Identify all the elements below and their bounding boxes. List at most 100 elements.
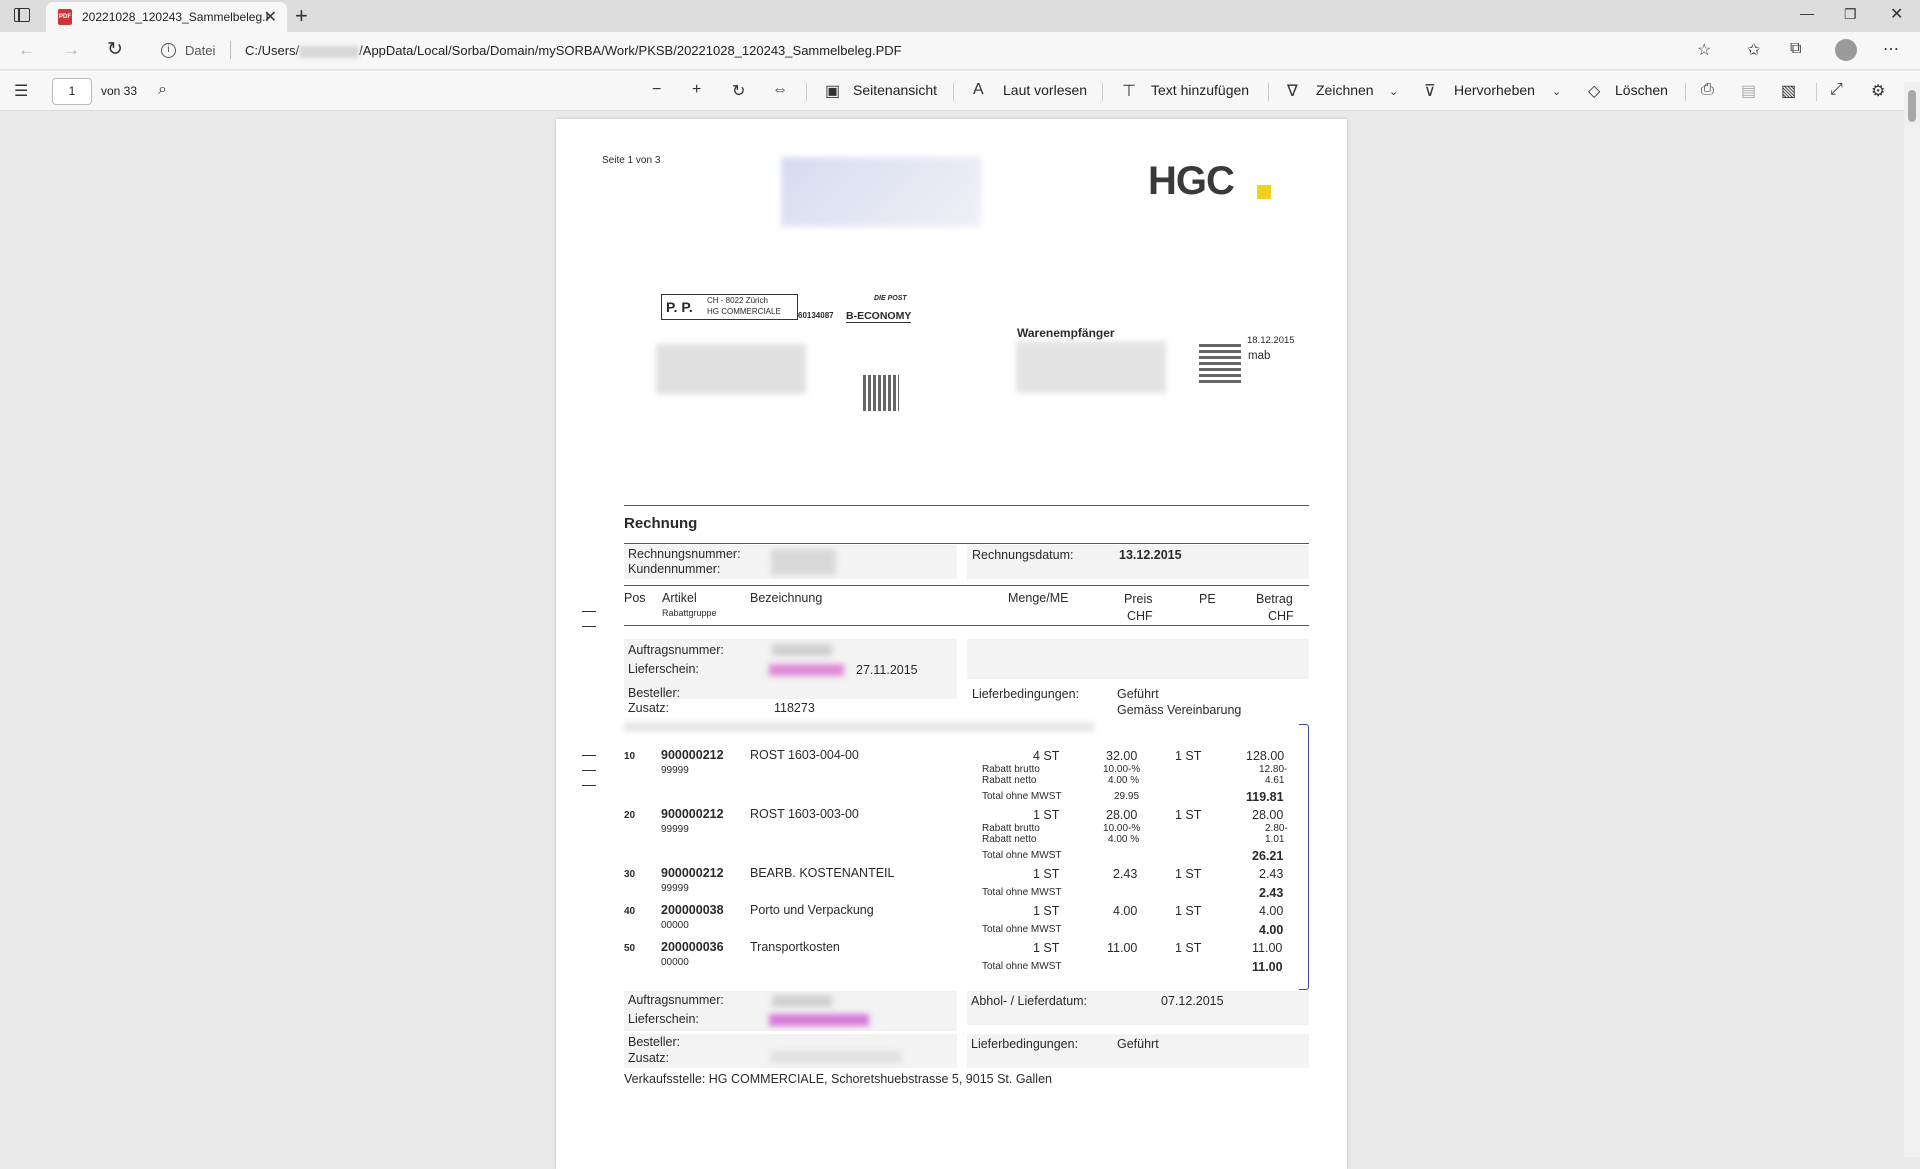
chevron-down-icon[interactable]: ⌄ — [1552, 85, 1561, 98]
collections-icon[interactable]: ⧉ — [1790, 40, 1801, 58]
read-aloud-icon[interactable]: A — [973, 81, 984, 99]
document-text: 11.00 — [1107, 941, 1138, 955]
divider — [1685, 83, 1686, 101]
tab-active[interactable]: PDF 20221028_120243_Sammelbeleg.PDF ✕ — [46, 2, 287, 32]
document-text: 29.95 — [1114, 791, 1140, 802]
close-tab-icon[interactable]: ✕ — [264, 7, 277, 27]
more-menu-icon[interactable]: ⋯ — [1883, 39, 1899, 59]
document-text: 4.00 — [1259, 923, 1284, 937]
item-menge: 4 ST — [1033, 749, 1060, 763]
document-text: 2.43 — [1259, 886, 1284, 900]
document-text: 1 ST — [1033, 808, 1060, 822]
close-window-button[interactable]: ✕ — [1890, 4, 1903, 24]
favorites-icon[interactable]: ✩ — [1747, 40, 1760, 60]
new-tab-button[interactable]: + — [295, 3, 308, 29]
reload-button[interactable]: ↻ — [107, 38, 123, 61]
document-text: 20 — [624, 810, 636, 821]
pdf-icon: PDF — [58, 9, 72, 25]
scrollbar[interactable] — [1904, 82, 1920, 1157]
erase-button[interactable]: Löschen — [1615, 82, 1668, 98]
document-text: 26.21 — [1252, 849, 1284, 863]
url-field[interactable]: i Datei C:/Users//AppData/Local/Sorba/Do… — [145, 37, 1729, 65]
highlight-button[interactable]: Hervorheben — [1454, 82, 1535, 98]
document-text: 900000212 — [661, 866, 724, 880]
item-total: 119.81 — [1246, 790, 1284, 804]
page-view-button[interactable]: Seitenansicht — [853, 82, 937, 98]
item-gruppe: 99999 — [661, 765, 689, 776]
marker-highlight — [769, 1014, 869, 1026]
add-text-button[interactable]: Text hinzufügen — [1151, 82, 1249, 98]
customer-number-label: Kundennummer: — [628, 562, 721, 576]
save-as-icon[interactable]: ▧ — [1781, 81, 1796, 101]
document-text: Total ohne MWST — [982, 791, 1062, 802]
item-pos: 10 — [624, 751, 636, 762]
highlight-icon[interactable]: ⊽ — [1424, 81, 1436, 101]
document-text: Total ohne MWST — [982, 850, 1062, 861]
fullscreen-icon[interactable]: ⤢ — [1830, 81, 1843, 99]
document-text: 1.01 — [1265, 834, 1285, 845]
draw-icon[interactable]: ∇ — [1287, 81, 1298, 101]
zoom-out-icon[interactable]: − — [652, 81, 661, 99]
numbers-blurred — [771, 549, 836, 575]
document-text: 1 ST — [1175, 904, 1202, 918]
invoice-date: 13.12.2015 — [1119, 548, 1182, 562]
document-text: P. P. — [666, 299, 693, 315]
document-text: 40 — [624, 906, 636, 917]
document-text: 2.80- — [1265, 823, 1288, 834]
contents-icon[interactable]: ☰ — [14, 81, 28, 101]
add-favorite-icon[interactable]: ☆ — [1697, 40, 1711, 60]
document-text: 1 ST — [1175, 941, 1202, 955]
item-bez: ROST 1603-004-00 — [750, 748, 859, 762]
delivery-note-date: 27.11.2015 — [856, 663, 918, 677]
document-text: 1 ST — [1175, 808, 1202, 822]
document-text: HG COMMERCIALE — [707, 307, 781, 316]
print-icon[interactable]: ⎙ — [1701, 81, 1714, 99]
document-text: 12.80- — [1259, 764, 1288, 775]
scrollbar-thumb[interactable] — [1908, 90, 1916, 122]
page-view-icon[interactable]: ▣ — [825, 81, 840, 101]
col-pe: PE — [1199, 592, 1216, 606]
page-total: von 33 — [101, 84, 138, 98]
document-text: 1 ST — [1033, 904, 1060, 918]
forward-button[interactable]: → — [63, 40, 80, 60]
rotate-icon[interactable]: ↻ — [732, 81, 745, 101]
minimize-button[interactable]: — — [1800, 5, 1814, 21]
restore-button[interactable]: ❐ — [1844, 6, 1857, 23]
delivery-terms-label-2: Lieferbedingungen: — [971, 1037, 1079, 1051]
zoom-in-icon[interactable]: + — [692, 81, 701, 99]
document-text: 11.00 — [1252, 960, 1283, 974]
orderer-label-2: Besteller: — [628, 1035, 681, 1049]
document-text: 99999 — [661, 883, 689, 894]
document-text: 4.00 — [1113, 904, 1138, 918]
divider — [624, 505, 1309, 506]
settings-gear-icon[interactable]: ⚙ — [1871, 81, 1885, 101]
info-icon[interactable]: i — [161, 43, 176, 58]
die-post: DIE POST — [874, 295, 907, 302]
fit-width-icon[interactable]: ⇔ — [772, 81, 788, 99]
document-text: 4.61 — [1265, 775, 1285, 786]
document-text: Rabatt brutto — [982, 764, 1040, 775]
item-preis: 32.00 — [1106, 749, 1138, 763]
qr-date: 18.12.2015 — [1247, 335, 1295, 346]
search-icon[interactable]: ⌕ — [158, 81, 167, 99]
chevron-down-icon[interactable]: ⌄ — [1389, 85, 1398, 98]
save-icon[interactable]: ▤ — [1741, 81, 1756, 101]
delivery-terms-2-value: Geführt — [1117, 1037, 1159, 1051]
item-pe: 1 ST — [1175, 749, 1202, 763]
eraser-icon[interactable]: ◇ — [1588, 81, 1600, 101]
col-rabattgruppe: Rabattgruppe — [662, 608, 717, 618]
document-text: Rabatt netto — [982, 834, 1037, 845]
tab-actions-icon[interactable] — [14, 8, 30, 22]
profile-avatar[interactable] — [1835, 39, 1857, 61]
page-number-input[interactable]: 1 — [52, 78, 92, 105]
back-button[interactable]: ← — [18, 40, 35, 60]
document-text: 28.00 — [1252, 808, 1284, 822]
address-bar: ← → ↻ i Datei C:/Users//AppData/Local/So… — [0, 32, 1920, 70]
col-betrag: Betrag — [1256, 592, 1293, 606]
read-aloud-button[interactable]: Laut vorlesen — [1003, 82, 1087, 98]
add-text-icon[interactable]: ⊤ — [1122, 81, 1136, 101]
col-preis-chf: CHF — [1127, 609, 1153, 623]
document-text: 1 ST — [1175, 867, 1202, 881]
draw-button[interactable]: Zeichnen — [1316, 82, 1374, 98]
document-text: Transportkosten — [750, 940, 840, 954]
